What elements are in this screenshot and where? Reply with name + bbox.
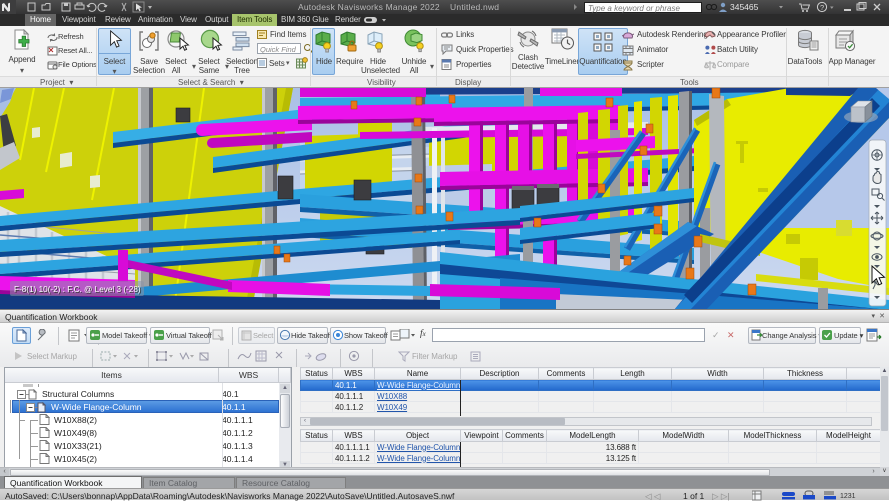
svg-text:?: ? (820, 3, 824, 12)
svg-text:1231: 1231 (840, 493, 856, 500)
svg-text:F-8(1) 10(-2) : F.C. @ Level 3: F-8(1) 10(-2) : F.C. @ Level 3 (-28) (14, 285, 141, 294)
svg-text:345465: 345465 (730, 2, 759, 12)
